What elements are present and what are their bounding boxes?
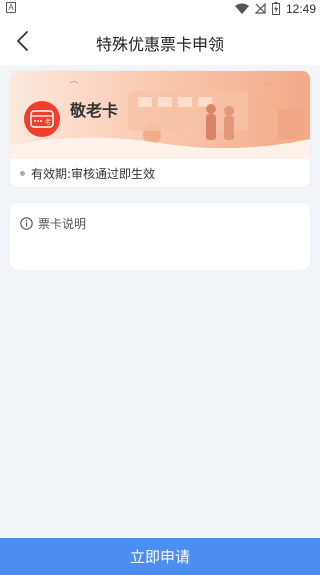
description-title: 票卡说明: [38, 217, 87, 231]
description-header: 票卡说明: [20, 215, 86, 232]
card-description-panel: 票卡说明: [10, 203, 310, 270]
senior-card-icon: 老: [24, 101, 60, 137]
page-title: 特殊优惠票卡申领: [95, 35, 224, 54]
info-icon: [20, 217, 33, 230]
bullet-dot: [20, 171, 25, 176]
status-bar: A 12:49: [0, 0, 320, 17]
badge-label: 老: [45, 118, 51, 126]
nav-bar: 特殊优惠票卡申领: [0, 17, 320, 65]
apply-button[interactable]: 立即申请: [0, 538, 320, 575]
battery-charging-icon: [271, 2, 280, 15]
status-time: 12:49: [285, 1, 316, 16]
no-signal-icon: [254, 3, 266, 14]
validity-text: 有效期:审核通过即生效: [31, 167, 156, 181]
card-validity: 有效期:审核通过即生效: [20, 165, 155, 182]
card-name: 敬老卡: [70, 101, 119, 120]
senior-card[interactable]: 老 敬老卡 有效期:审核通过即生效: [10, 71, 310, 187]
app-notification-icon: A: [6, 2, 16, 13]
wifi-icon: [234, 3, 249, 14]
